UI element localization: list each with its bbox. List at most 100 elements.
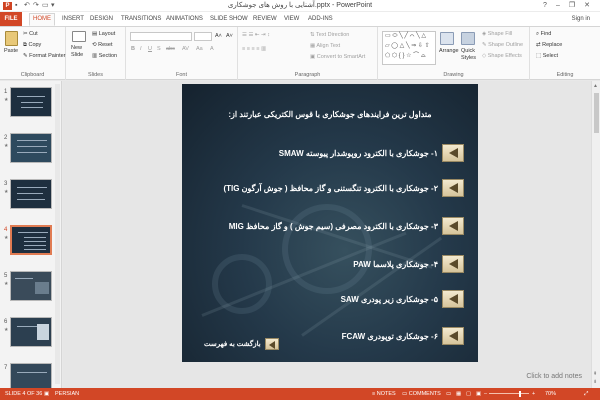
quick-styles-button[interactable]: Quick Styles xyxy=(461,48,481,62)
help-icon[interactable]: ? xyxy=(539,1,551,11)
thumbnail-scrollbar[interactable] xyxy=(55,84,60,384)
back-to-menu-link[interactable]: بازگشت به فهرست xyxy=(204,338,279,350)
tab-animations[interactable]: ANIMATIONS xyxy=(166,14,203,24)
align-icons[interactable]: ≡ ≡ ≡ ≡ ▥ xyxy=(242,46,266,53)
prev-slide-icon[interactable]: ⇞ xyxy=(593,371,597,377)
format-painter-button[interactable]: ✎ Format Painter xyxy=(23,53,66,60)
zoom-slider[interactable] xyxy=(489,393,529,394)
slide-thumbnail-1[interactable] xyxy=(10,87,52,117)
bold-icon[interactable]: B xyxy=(131,46,135,53)
bullets-icon[interactable]: ☰ ☰ ⇤ ⇥ ↕ xyxy=(242,32,270,39)
notes-button[interactable]: ≡ NOTES xyxy=(372,388,396,400)
language-indicator[interactable]: PERSIAN xyxy=(55,388,79,400)
tab-insert[interactable]: INSERT xyxy=(62,14,84,24)
tab-review[interactable]: REVIEW xyxy=(253,14,277,24)
replace-button[interactable]: ⇄ Replace xyxy=(536,42,562,49)
change-case-icon[interactable]: Aa xyxy=(196,46,203,53)
italic-icon[interactable]: I xyxy=(140,46,142,53)
paste-button[interactable]: Paste xyxy=(4,48,18,55)
zoom-in-icon[interactable]: + xyxy=(532,388,535,400)
action-button-icon[interactable] xyxy=(442,255,464,273)
action-button-icon[interactable] xyxy=(442,144,464,162)
tab-home[interactable]: HOME xyxy=(29,13,55,26)
quick-styles-icon[interactable] xyxy=(461,32,475,45)
arrange-icon[interactable] xyxy=(440,32,454,45)
cut-button[interactable]: ✂ Cut xyxy=(23,31,38,38)
shadow-icon[interactable]: S xyxy=(157,46,161,53)
font-size-input[interactable] xyxy=(194,32,212,41)
arrange-button[interactable]: Arrange xyxy=(439,48,459,55)
convert-smartart-button[interactable]: ▣ Convert to SmartArt xyxy=(310,54,365,61)
slide-thumbnail-2[interactable] xyxy=(10,133,52,163)
underline-icon[interactable]: U xyxy=(148,46,152,53)
shape-effects-button[interactable]: ◇ Shape Effects xyxy=(482,53,522,60)
grow-font-icon[interactable]: A˄ xyxy=(215,33,222,40)
tab-view[interactable]: VIEW xyxy=(284,14,299,24)
comments-button[interactable]: ▭ COMMENTS xyxy=(402,388,441,400)
action-button-icon[interactable] xyxy=(442,327,464,345)
fit-slide-icon[interactable]: ⤢ xyxy=(584,388,588,400)
new-slide-button[interactable]: New Slide xyxy=(71,45,91,59)
back-action-icon[interactable] xyxy=(264,338,279,350)
char-spacing-icon[interactable]: AV xyxy=(182,46,189,53)
tab-design[interactable]: DESIGN xyxy=(90,14,113,24)
tab-add-ins[interactable]: ADD-INS xyxy=(308,14,333,24)
shape-effects-label: Shape Effects xyxy=(487,53,522,59)
slide-thumbnail-6[interactable] xyxy=(10,317,52,347)
zoom-out-icon[interactable]: – xyxy=(484,388,487,400)
scroll-thumb[interactable] xyxy=(594,93,599,133)
tab-transitions[interactable]: TRANSITIONS xyxy=(121,14,161,24)
sign-in-link[interactable]: Sign in xyxy=(572,14,590,24)
action-button-icon[interactable] xyxy=(442,179,464,197)
select-button[interactable]: ⬚ Select xyxy=(536,53,558,60)
zoom-slider-handle[interactable] xyxy=(519,391,521,397)
notes-placeholder[interactable]: Click to add notes xyxy=(526,373,582,380)
text-direction-button[interactable]: ⇅ Text Direction xyxy=(310,32,349,39)
section-icon: ▥ xyxy=(92,53,99,59)
status-bar: SLIDE 4 OF 36 ▣ PERSIAN ≡ NOTES ▭ COMMEN… xyxy=(0,388,600,400)
animation-star-icon: ★ xyxy=(4,235,9,241)
shapes-gallery[interactable]: ▭ ⬭ ╲ ╱ ⌒ ╲ △ ▱ ◯ △ ╲ ⇒ ⇩ ⇧ ⬠ ⬡ { } ☆ ⌒ … xyxy=(382,31,436,65)
zoom-level[interactable]: 70% xyxy=(545,388,556,400)
paste-icon[interactable] xyxy=(5,31,18,46)
copy-button[interactable]: ⧉ Copy xyxy=(23,42,41,49)
maximize-icon[interactable]: ❐ xyxy=(566,1,578,11)
shape-fill-label: Shape Fill xyxy=(487,31,513,37)
reset-button[interactable]: ⟲ Reset xyxy=(92,42,113,49)
new-slide-icon[interactable] xyxy=(72,31,86,42)
reading-view-icon[interactable]: ▢ xyxy=(466,388,471,400)
find-button[interactable]: ⌕ Find xyxy=(536,31,551,38)
slide-canvas[interactable]: متداول ترین فرایندهای جوشکاری با قوس الک… xyxy=(182,84,478,362)
shape-outline-button[interactable]: ✎ Shape Outline xyxy=(482,42,523,49)
slide-thumbnail-5[interactable] xyxy=(10,271,52,301)
section-button[interactable]: ▥ Section xyxy=(92,53,117,60)
close-icon[interactable]: ✕ xyxy=(581,1,593,11)
layout-button[interactable]: ▤ Layout xyxy=(92,31,115,38)
shrink-font-icon[interactable]: A˅ xyxy=(226,33,233,40)
align-text-button[interactable]: ▦ Align Text xyxy=(310,43,340,50)
shape-fill-button[interactable]: ◈ Shape Fill xyxy=(482,31,512,38)
minimize-icon[interactable]: – xyxy=(552,1,564,11)
tab-file[interactable]: FILE xyxy=(0,12,22,26)
vertical-scrollbar[interactable]: ▲ ⇞ ⇟ xyxy=(591,81,600,388)
slide-thumbnail-3[interactable] xyxy=(10,179,52,209)
slideshow-view-icon[interactable]: ▣ xyxy=(476,388,481,400)
tab-slide-show[interactable]: SLIDE SHOW xyxy=(210,14,248,24)
strikethrough-icon[interactable]: abc xyxy=(166,46,175,53)
list-item-text: ۲- جوشکاری با الکترود تنگستنی و گاز محاف… xyxy=(223,183,438,193)
normal-view-icon[interactable]: ▭ xyxy=(446,388,451,400)
font-name-input[interactable] xyxy=(130,32,192,41)
action-button-icon[interactable] xyxy=(442,290,464,308)
slide-thumbnail-4[interactable] xyxy=(10,225,52,255)
next-slide-icon[interactable]: ⇟ xyxy=(593,379,597,385)
spellcheck-icon[interactable]: ▣ xyxy=(44,388,49,400)
scroll-up-icon[interactable]: ▲ xyxy=(593,83,598,89)
thumb-number: 3 xyxy=(4,181,8,187)
slide-sorter-icon[interactable]: ▦ xyxy=(456,388,461,400)
font-color-icon[interactable]: A xyxy=(210,46,214,53)
slide-thumbnail-7[interactable] xyxy=(10,363,52,388)
action-button-icon[interactable] xyxy=(442,217,464,235)
list-item: ۳- جوشکاری با الکترود مصرفی (سیم جوش ) و… xyxy=(229,217,464,235)
animation-star-icon: ★ xyxy=(4,97,9,103)
font-group-label: Font xyxy=(175,72,187,78)
